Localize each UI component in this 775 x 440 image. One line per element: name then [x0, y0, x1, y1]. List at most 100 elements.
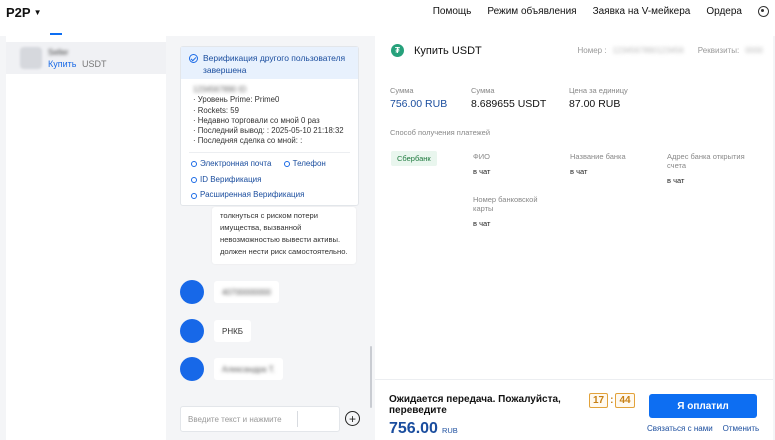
nav-help[interactable]: Помощь [433, 6, 472, 17]
bank-name-field: Название банка в чат [570, 152, 650, 176]
nav-v-maker[interactable]: Заявка на V-мейкера [593, 6, 691, 17]
order-footer: Ожидается передача. Пожалуйста, переведи… [375, 379, 773, 440]
chat-asset: USDT [81, 58, 107, 69]
prime-level: · Уровень Prime: Prime0 [193, 95, 280, 105]
phone-verification: Телефон [283, 157, 326, 172]
field-label: Адрес банка открытия счета [667, 152, 745, 170]
verification-links: Электронная почта Телефон ID Верификация… [181, 153, 358, 204]
quantity-cell: Сумма 8.689655 USDT [471, 86, 546, 110]
last-withdrawal: · Последний вывод: : 2025-05-10 21:18:32 [193, 126, 344, 136]
avatar [180, 319, 204, 343]
check-circle-icon [189, 54, 198, 63]
quantity-value: 8.689655 USDT [471, 98, 547, 110]
requisites-value: 0000 [745, 46, 763, 55]
avatar [180, 280, 204, 304]
footer-links: Связаться с нами Отменить [647, 424, 769, 433]
check-icon [283, 161, 290, 168]
logo-text[interactable]: P2P [6, 5, 31, 20]
risk-message: толкнуться с риском потери имущества, вы… [212, 207, 356, 264]
full-name-field: ФИО в чат [473, 152, 553, 176]
phone-label: Телефон [292, 158, 326, 168]
main-area: Seller Купить USDT Верификация другого п… [0, 33, 775, 440]
amount-cell: Сумма 756.00 RUB [390, 86, 447, 110]
nav-orders[interactable]: Ордера [706, 6, 742, 17]
order-header: ₮ Купить USDT [391, 44, 482, 57]
extended-verification: Расширенная Верификация [191, 188, 304, 203]
field-label: Номер банковской карты [473, 195, 538, 213]
order-title: Купить USDT [414, 44, 482, 57]
waiting-message: Ожидается передача. Пожалуйста, переведи… [389, 394, 561, 416]
email-label: Электронная почта [200, 158, 272, 168]
timer-separator: : [610, 395, 614, 406]
price-label: Цена за единицу [569, 86, 628, 95]
bank-address-field: Адрес банка открытия счета в чат [667, 152, 763, 185]
order-panel: ₮ Купить USDT Номер : 1234567890123456 Р… [375, 36, 773, 440]
chat-user-name: Seller [48, 47, 69, 57]
timer-minutes: 17 [589, 393, 609, 408]
trades-with-me: · Недавно торговали со мной 0 раз [193, 115, 320, 125]
cancel-link[interactable]: Отменить [723, 424, 760, 433]
contact-us-link[interactable]: Связаться с нами [647, 424, 713, 433]
verification-card: Верификация другого пользователя заверше… [180, 46, 359, 206]
bank-tag[interactable]: Сбербанк [391, 151, 437, 166]
order-meta: Номер : 1234567890123456 Реквизиты: 0000 [578, 46, 764, 55]
avatar [180, 357, 204, 381]
chat-message: РНКБ [214, 320, 252, 342]
timer-seconds: 44 [615, 393, 635, 408]
add-attachment-icon[interactable]: + [345, 411, 360, 426]
top-nav: Помощь Режим объявления Заявка на V-мейк… [433, 6, 775, 17]
id-verification: ID Верификация [191, 173, 261, 188]
id-label: ID Верификация [200, 174, 262, 184]
tab-indicator [50, 33, 62, 35]
message-input-bar [180, 406, 340, 432]
nav-ad-mode[interactable]: Режим объявления [487, 6, 576, 17]
card-number-field: Номер банковской карты в чат [473, 195, 551, 228]
payment-methods-label: Способ получения платежей [390, 128, 491, 137]
check-icon [191, 161, 197, 168]
chat-list: Seller Купить USDT [6, 33, 166, 440]
chat-list-item[interactable]: Seller Купить USDT [6, 42, 166, 74]
check-icon [191, 192, 197, 199]
message-text: Александра Т. [222, 364, 275, 374]
avatar [20, 47, 42, 69]
chevron-down-icon[interactable]: ▼ [34, 8, 42, 17]
order-number-value[interactable]: 1234567890123456 [613, 46, 684, 55]
message-text: РНКБ [222, 326, 244, 336]
last-trade: · Последняя сделка со мной: : [193, 136, 303, 146]
settings-icon[interactable] [758, 6, 769, 17]
p2p-logo[interactable]: P2P ▼ [6, 5, 42, 20]
rockets-count: · Rockets: 59 [193, 105, 239, 115]
footer-amount: 756.00 RUB [389, 420, 458, 438]
amount-label: Сумма [390, 86, 414, 95]
verification-details: 1234567890 ID · Уровень Prime: Prime0 · … [181, 79, 358, 147]
price-cell: Цена за единицу 87.00 RUB [569, 86, 628, 110]
message-input[interactable] [188, 414, 288, 424]
check-icon [191, 176, 197, 183]
tether-icon: ₮ [391, 44, 404, 57]
requisites-label: Реквизиты: [697, 46, 740, 55]
scrollbar[interactable] [370, 346, 372, 408]
user-id-line: 1234567890 ID [193, 85, 247, 94]
extended-label: Расширенная Верификация [200, 190, 305, 200]
quantity-label: Сумма [471, 86, 495, 95]
email-verification: Электронная почта [191, 157, 271, 172]
field-value: в чат [667, 176, 685, 185]
message-text: 40700000000 [222, 287, 271, 297]
divider [297, 411, 298, 427]
footer-currency: RUB [441, 426, 458, 435]
countdown-timer: 17 : 44 [589, 393, 635, 408]
field-label: ФИО [473, 152, 490, 161]
field-value: в чат [473, 167, 491, 176]
order-number-label: Номер : [577, 46, 607, 55]
footer-amount-value: 756.00 [389, 420, 438, 437]
field-value: в чат [570, 167, 588, 176]
chat-message: Александра Т. [214, 358, 283, 380]
chat-action: Купить [48, 58, 77, 69]
top-bar: P2P ▼ Помощь Режим объявления Заявка на … [0, 0, 775, 24]
verification-header: Верификация другого пользователя заверше… [181, 47, 358, 79]
amount-value: 756.00 RUB [390, 98, 448, 110]
conversation: Верификация другого пользователя заверше… [170, 36, 372, 440]
chat-message: 40700000000 [214, 281, 279, 303]
field-label: Название банка [570, 152, 626, 161]
paid-button[interactable]: Я оплатил [649, 394, 757, 418]
